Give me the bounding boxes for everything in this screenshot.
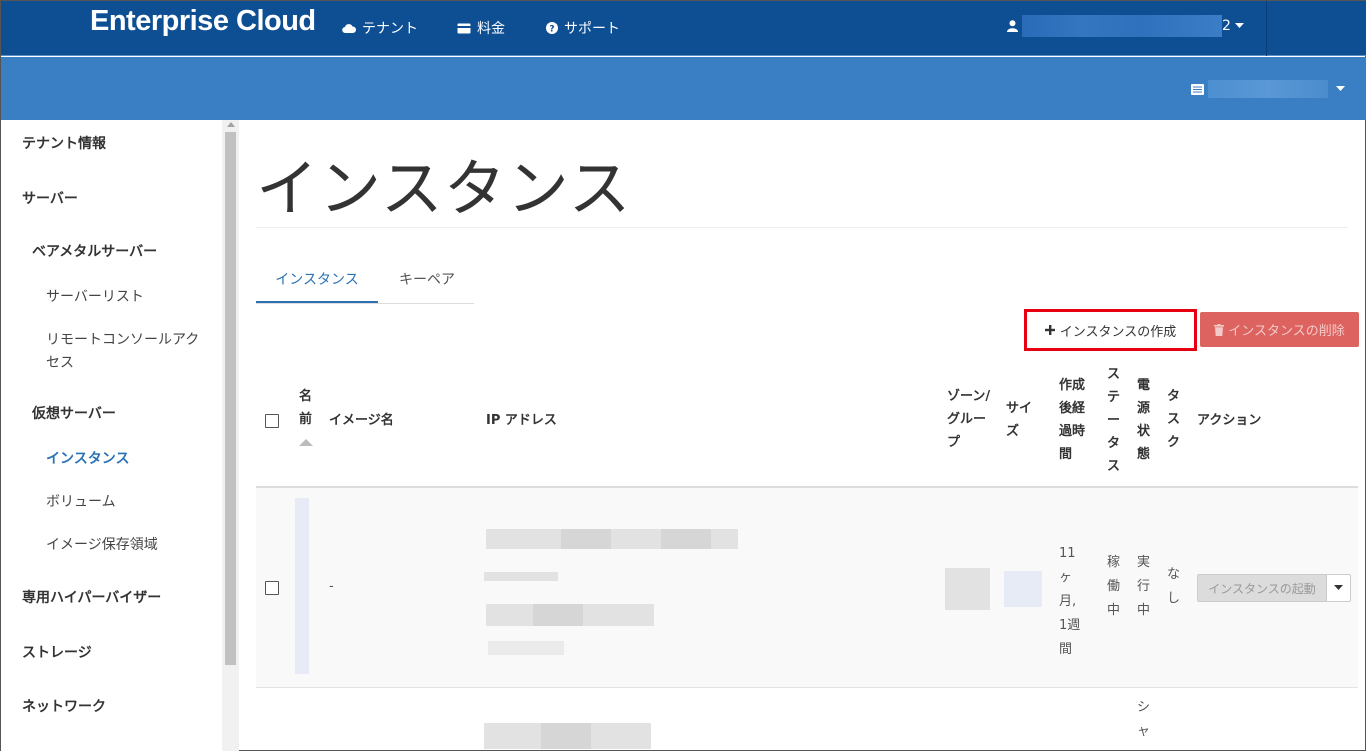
sidebar-item-tenant-info[interactable]: テナント情報 <box>22 133 106 153</box>
question-circle-icon: ? <box>546 22 558 34</box>
caret-down-icon <box>1234 23 1244 28</box>
col-header-status: ステータス <box>1107 367 1121 474</box>
list-icon <box>1191 83 1204 95</box>
row-status: 稼働中 <box>1107 555 1121 618</box>
svg-text:?: ? <box>549 25 554 35</box>
row-power-state: 実行中 <box>1137 555 1151 618</box>
row-actions-dropdown[interactable] <box>1326 574 1351 602</box>
page-title: インスタンス <box>256 152 632 225</box>
tab-keypairs[interactable]: キーペア <box>399 269 455 289</box>
create-instance-label: インスタンスの作成 <box>1059 324 1177 340</box>
col-header-ip: IP アドレス <box>486 413 557 428</box>
title-divider <box>256 227 1348 228</box>
scroll-up-arrow-icon[interactable] <box>227 122 235 127</box>
nav-tenant[interactable]: テナント <box>342 18 418 38</box>
sub-navbar <box>1 57 1366 120</box>
active-tab-indicator <box>256 301 378 303</box>
user-icon <box>1007 20 1018 32</box>
sidebar-item-virtual-server[interactable]: 仮想サーバー <box>32 403 116 423</box>
sidebar-item-dedicated-hypervisor[interactable]: 専用ハイパーバイザー <box>22 587 161 607</box>
table-row <box>256 488 1358 688</box>
sidebar-item-image-storage[interactable]: イメージ保存領域 <box>46 534 206 557</box>
sidebar-item-server-list[interactable]: サーバーリスト <box>46 286 206 309</box>
col-header-age: 作成後経過時間 <box>1059 378 1086 462</box>
sidebar-item-instances[interactable]: インスタンス <box>46 448 206 471</box>
user-menu[interactable]: 2 <box>1007 15 1244 37</box>
col-header-size: サイズ <box>1006 401 1033 439</box>
plus-icon <box>1044 325 1055 335</box>
caret-down-icon <box>1334 585 1343 590</box>
tab-bar: インスタンス キーペア <box>256 257 474 304</box>
col-header-task: タスク <box>1167 389 1181 450</box>
ip-address-redacted-part <box>561 529 611 549</box>
row-power-state: シャ <box>1137 700 1151 739</box>
sort-ascending-icon[interactable] <box>299 439 313 446</box>
zone-redacted <box>945 568 990 610</box>
instance-name-redacted[interactable] <box>295 498 309 674</box>
cloud-icon <box>342 24 356 33</box>
credit-card-icon <box>457 23 471 33</box>
username-redacted <box>1022 15 1222 37</box>
caret-down-icon <box>1336 86 1345 91</box>
col-header-name[interactable]: 名前 <box>299 385 313 431</box>
nav-billing-label: 料金 <box>477 21 505 37</box>
top-navbar: Enterprise Cloud テナント 料金 ? サポート 2 <box>1 1 1366 56</box>
col-header-zone: ゾーン/グループ <box>947 389 991 450</box>
nav-support[interactable]: ? サポート <box>546 18 620 38</box>
col-header-image: イメージ名 <box>329 413 394 428</box>
sidebar-item-network[interactable]: ネットワーク <box>22 696 106 716</box>
trash-icon <box>1214 323 1225 336</box>
navbar-divider <box>1266 1 1267 56</box>
network-name-redacted <box>488 641 564 655</box>
nav-support-label: サポート <box>564 21 620 37</box>
size-redacted <box>1004 571 1042 607</box>
ip-address-redacted-part <box>533 604 583 626</box>
project-selector[interactable] <box>1191 80 1345 98</box>
scrollbar-thumb[interactable] <box>225 132 236 665</box>
select-all-checkbox[interactable] <box>265 414 279 428</box>
col-header-power: 電源状態 <box>1137 378 1151 462</box>
row-task: なし <box>1167 567 1181 606</box>
network-name-redacted <box>484 572 558 581</box>
row-checkbox[interactable] <box>265 581 279 595</box>
sidebar-item-baremetal[interactable]: ベアメタルサーバー <box>32 241 157 261</box>
create-instance-button[interactable]: インスタンスの作成 <box>1024 309 1197 351</box>
nav-tenant-label: テナント <box>362 21 418 37</box>
brand-logo[interactable]: Enterprise Cloud <box>90 5 316 38</box>
col-header-action: アクション <box>1197 413 1262 428</box>
delete-instance-button[interactable]: インスタンスの削除 <box>1200 312 1359 347</box>
username-suffix: 2 <box>1222 18 1231 34</box>
tab-instances[interactable]: インスタンス <box>256 269 378 289</box>
ip-address-redacted-part <box>541 723 591 749</box>
sidebar-item-remote-console[interactable]: リモートコンソールアクセス <box>46 329 206 375</box>
sidebar-item-storage[interactable]: ストレージ <box>22 642 92 662</box>
sidebar: テナント情報 サーバー ベアメタルサーバー サーバーリスト リモートコンソールア… <box>1 120 239 751</box>
row-age: 11ヶ月, 1週間 <box>1059 546 1081 657</box>
row-image-name: - <box>329 579 334 594</box>
sidebar-item-volumes[interactable]: ボリューム <box>46 491 206 514</box>
start-instance-button[interactable]: インスタンスの起動 <box>1197 574 1327 602</box>
sidebar-scrollbar[interactable] <box>222 120 239 751</box>
nav-billing[interactable]: 料金 <box>457 18 505 38</box>
sidebar-item-server[interactable]: サーバー <box>22 188 78 208</box>
project-name-redacted <box>1208 80 1328 98</box>
ip-address-redacted-part <box>661 529 711 549</box>
delete-instance-label: インスタンスの削除 <box>1228 324 1345 339</box>
